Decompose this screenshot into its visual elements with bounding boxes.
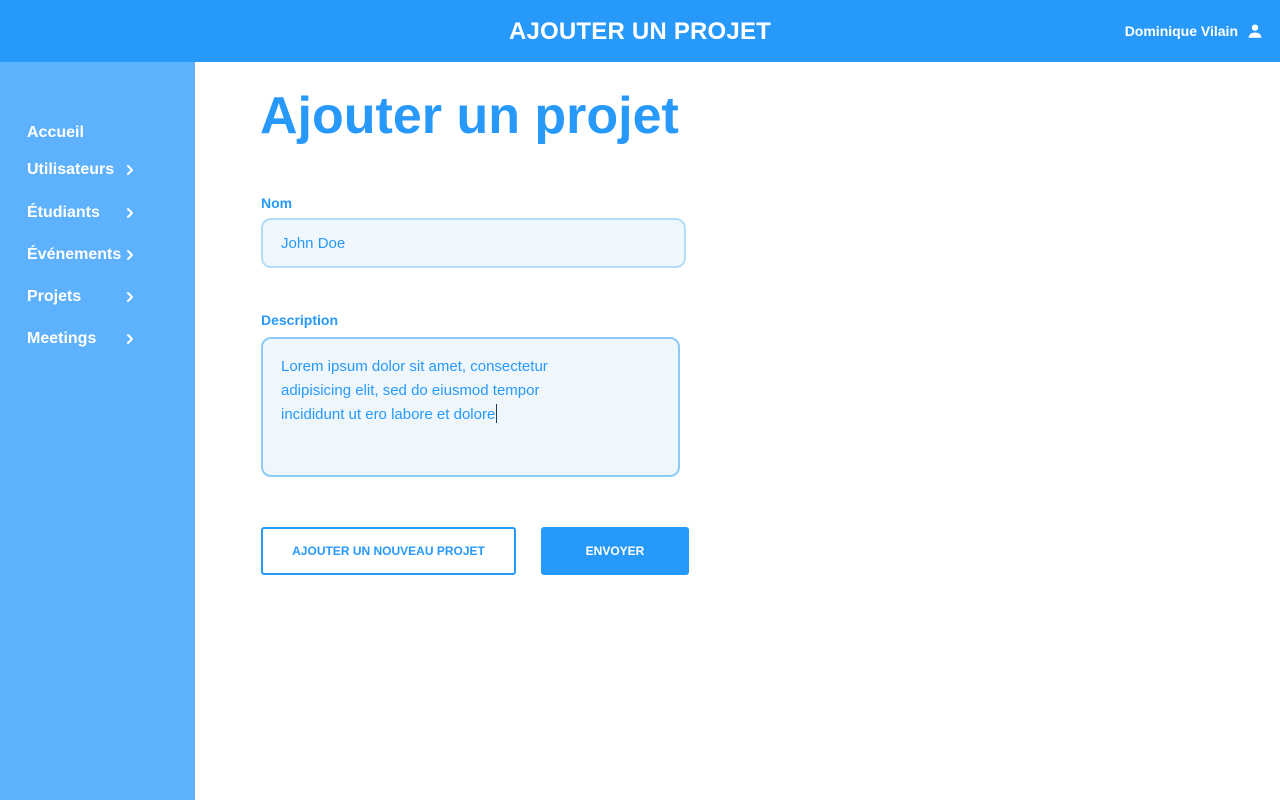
person-icon	[1248, 24, 1262, 38]
sidebar-item-label: Meetings	[27, 330, 97, 347]
chevron-right-icon	[127, 250, 133, 260]
description-line: adipisicing elit, sed do eiusmod tempor	[281, 382, 540, 399]
sidebar: Accueil Utilisateurs Étudiants Événement…	[0, 62, 195, 800]
sidebar-item-label: Événements	[27, 246, 122, 263]
user-menu[interactable]: Dominique Vilain	[1125, 22, 1264, 40]
sidebar-item-label: Utilisateurs	[27, 161, 115, 178]
sidebar-item-projets[interactable]: Projets	[27, 285, 177, 309]
sidebar-item-label: Projets	[27, 288, 82, 305]
sidebar-item-label: Étudiants	[27, 204, 100, 221]
sidebar-item-etudiants[interactable]: Étudiants	[27, 201, 177, 225]
description-textarea[interactable]: Lorem ipsum dolor sit amet, consectetur …	[261, 337, 680, 477]
name-label: Nom	[261, 195, 293, 211]
submit-button[interactable]: ENVOYER	[541, 527, 689, 575]
description-last-line: incididunt ut ero labore et dolore	[281, 403, 660, 427]
sidebar-item-accueil[interactable]: Accueil	[27, 121, 177, 145]
description-label: Description	[261, 312, 339, 328]
sidebar-item-evenements[interactable]: Événements	[27, 243, 177, 267]
chevron-right-icon	[127, 334, 133, 344]
text-caret	[496, 404, 498, 423]
chevron-right-icon	[127, 208, 133, 218]
sidebar-item-utilisateurs[interactable]: Utilisateurs	[27, 158, 177, 182]
chevron-right-icon	[127, 165, 133, 175]
header-title: AJOUTER UN PROJET	[508, 18, 772, 45]
name-input[interactable]	[261, 218, 686, 268]
user-name: Dominique Vilain	[1124, 23, 1238, 39]
description-line: Lorem ipsum dolor sit amet, consectetur	[281, 358, 548, 375]
sidebar-item-meetings[interactable]: Meetings	[27, 327, 177, 351]
description-line: incididunt ut ero labore et dolore	[281, 406, 496, 423]
page-title: Ajouter un projet	[260, 87, 679, 145]
add-new-project-button[interactable]: AJOUTER UN NOUVEAU PROJET	[261, 527, 516, 575]
chevron-right-icon	[127, 292, 133, 302]
top-bar: AJOUTER UN PROJET Dominique Vilain	[0, 0, 1280, 62]
sidebar-item-label: Accueil	[27, 124, 84, 141]
